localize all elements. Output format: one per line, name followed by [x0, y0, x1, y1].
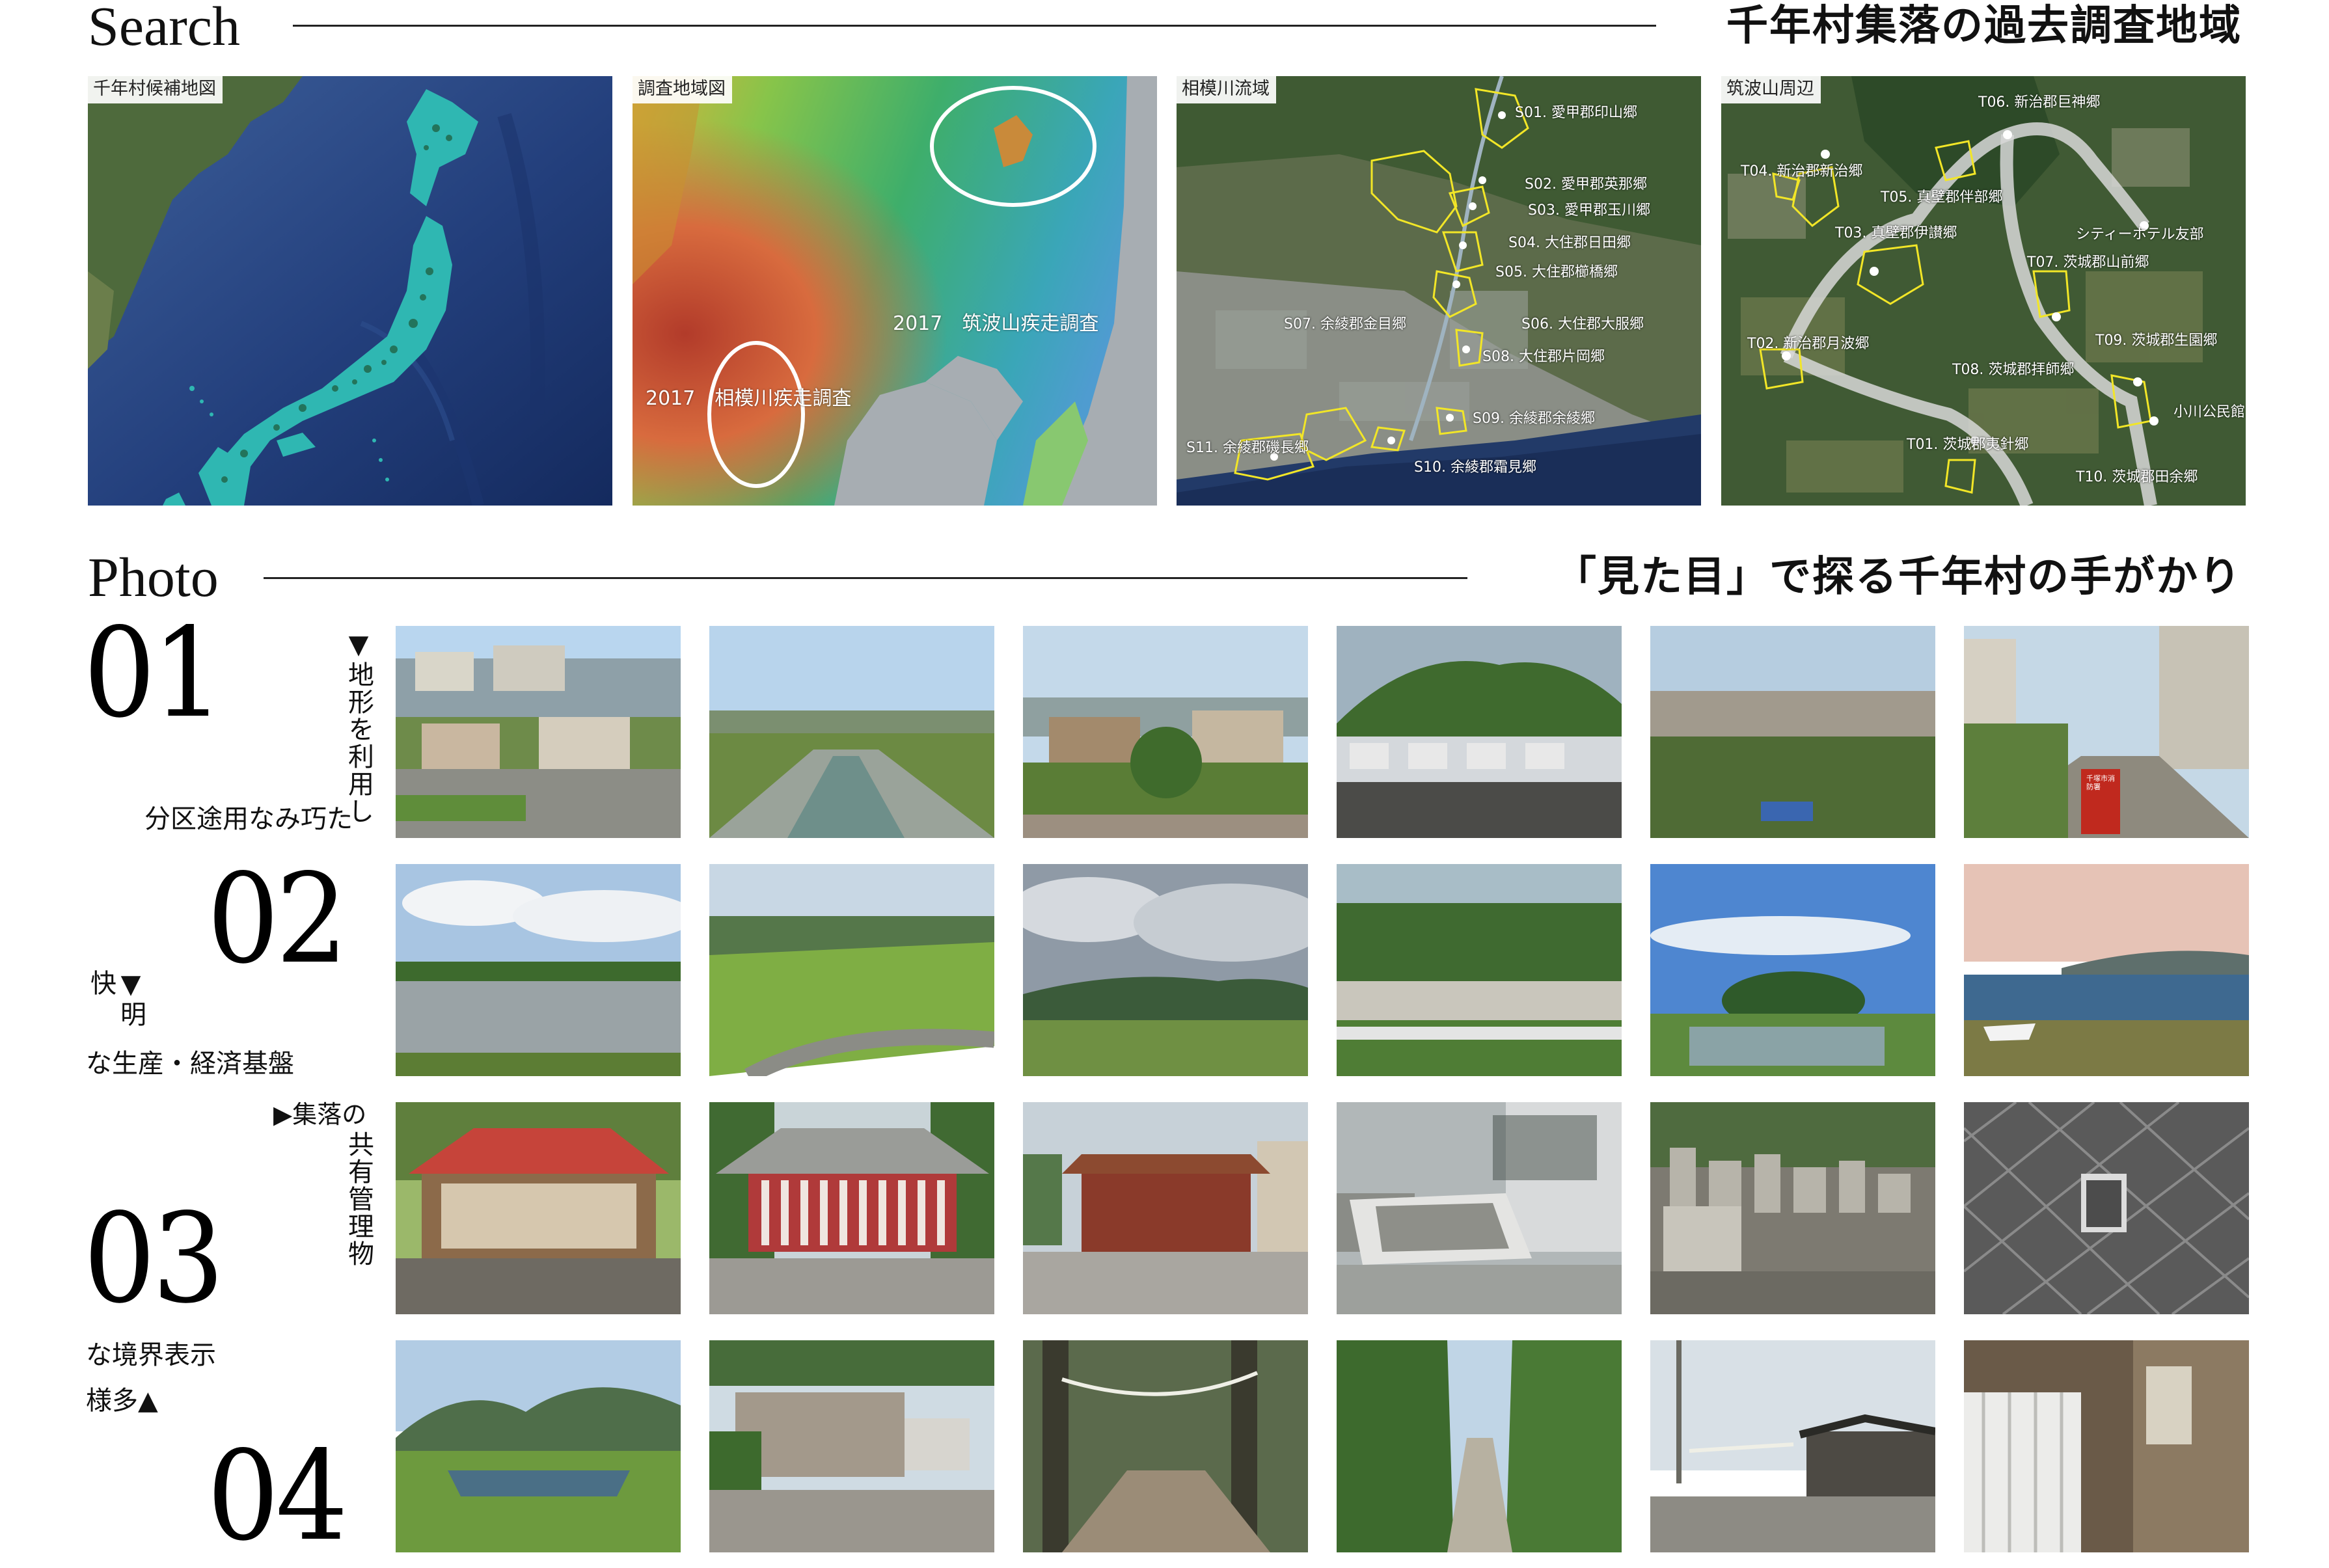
row-caption-01-horizontal: 分区途用なみ巧た [144, 804, 353, 834]
photo-r1-c3 [1023, 626, 1308, 838]
site-label-t02: T02. 新治郡月波郷 [1747, 336, 1870, 352]
site-label-s11: S11. 余綾郡磯長郷 [1186, 440, 1309, 456]
photo-r2-c5 [1650, 864, 1935, 1076]
photo-r1-c1 [396, 626, 681, 838]
map-tsukuba: 筑波山周辺 T06. 新治郡巨神郷 T04. 新治郡新治郷 T05. 真壁郡伴部… [1721, 76, 2246, 506]
site-label-s10: S10. 余綾郡霜見郷 [1414, 459, 1536, 476]
photo-r4-c3 [1023, 1340, 1308, 1552]
photo-r3-c1 [396, 1102, 681, 1314]
photo-r3-c3 [1023, 1102, 1308, 1314]
photo-r2-c6 [1964, 864, 2249, 1076]
photo-r1-c5 [1650, 626, 1935, 838]
photo-r2-c1 [396, 864, 681, 1076]
row-caption-01-vertical: ▼地形を利用し [344, 630, 374, 825]
survey-annotation-sagami: 2017 相模川疾走調査 [646, 387, 852, 410]
site-label-t04: T04. 新治郡新治郷 [1741, 163, 1863, 180]
photo-r4-c5 [1650, 1340, 1935, 1552]
site-label-s09: S09. 余綾郡余綾郷 [1473, 411, 1595, 427]
photo-r2-c2 [709, 864, 994, 1076]
survey-annotation-tsukuba: 2017 筑波山疾走調査 [893, 312, 1099, 335]
photo-r2-c3 [1023, 864, 1308, 1076]
row-caption-03-arrow: ▶集落の [273, 1100, 367, 1129]
site-label-t06: T06. 新治郡巨神郷 [1978, 94, 2101, 111]
row-caption-02-vertical: ▼明快 [86, 969, 146, 1028]
map-label-japan: 千年村候補地図 [88, 76, 223, 103]
photo-r3-c4 [1337, 1102, 1622, 1314]
photo-r1-c2 [709, 626, 994, 838]
site-label-t09: T09. 茨城郡生園郷 [2095, 332, 2218, 349]
site-label-s04: S04. 大住郡日田郷 [1508, 235, 1631, 251]
photo-r4-c1 [396, 1340, 681, 1552]
row-caption-04-horizontal-1: な境界表示 [86, 1340, 216, 1370]
row-number-01: 01 [83, 601, 225, 745]
photo-rule [264, 577, 1467, 579]
photo-r1-c4 [1337, 626, 1622, 838]
row-caption-04-horizontal-2: 様多▲ [86, 1386, 158, 1416]
site-label-t07: T07. 茨城郡山前郷 [2027, 254, 2149, 271]
photo-r4-c2 [709, 1340, 994, 1552]
site-label-s03: S03. 愛甲郡玉川郷 [1528, 202, 1650, 219]
photo-r2-c4 [1337, 864, 1622, 1076]
row-number-02: 02 [207, 847, 348, 991]
row-caption-02-horizontal: な生産・経済基盤 [86, 1049, 294, 1079]
site-label-t01: T01. 茨城郡夷針郷 [1907, 437, 2029, 453]
photo-r3-c6 [1964, 1102, 2249, 1314]
row-caption-03-vertical: 共有管理物 [344, 1131, 374, 1267]
search-rule [293, 25, 1656, 27]
site-label-t08: T08. 茨城郡拝師郷 [1952, 362, 2075, 378]
site-label-t05: T05. 真壁郡伴部郷 [1881, 189, 2003, 206]
photo-title-en: Photo [88, 546, 219, 608]
search-header: Search 千年村集落の過去調査地域 [88, 0, 2242, 57]
site-label-s07: S07. 余綾郡金目郷 [1284, 316, 1406, 332]
photo-r4-c4 [1337, 1340, 1622, 1552]
photo-title-ja: 「見た目」で探る千年村の手がかり [1555, 552, 2242, 601]
row-number-03: 03 [83, 1187, 225, 1331]
map-japan-candidates: 千年村候補地図 [88, 76, 612, 506]
site-label-s01: S01. 愛甲郡印山郷 [1515, 105, 1637, 121]
site-label-t03: T03. 真壁郡伊讃郷 [1835, 225, 1957, 241]
site-label-city-hotel: シティーホテル友部 [2076, 226, 2204, 243]
map-survey-region: 調査地域図 2017 筑波山疾走調査 2017 相模川疾走調査 [633, 76, 1157, 506]
map-label-survey: 調査地域図 [633, 76, 732, 103]
site-label-s05: S05. 大住郡櫛橋郷 [1495, 264, 1618, 280]
site-label-ogawa: 小川公民館 [2173, 404, 2246, 420]
photo-r3-c5 [1650, 1102, 1935, 1314]
search-title-en: Search [88, 0, 240, 57]
row-number-04: 04 [207, 1424, 348, 1568]
japan-map-graphic [88, 76, 612, 506]
fire-station-sign: 千塚市消防署 [2086, 774, 2115, 791]
site-label-s06: S06. 大住郡大服郷 [1521, 316, 1644, 332]
photo-header: Photo 「見た目」で探る千年村の手がかり [88, 546, 2242, 608]
search-title-ja: 千年村集落の過去調査地域 [1726, 1, 2242, 50]
photo-r1-c6: 千塚市消防署 [1964, 626, 2249, 838]
map-label-sagami: 相模川流域 [1177, 76, 1276, 103]
site-label-s02: S02. 愛甲郡英那郷 [1525, 176, 1647, 193]
photo-r3-c2 [709, 1102, 994, 1314]
map-sagami-river: 相模川流域 S01. 愛甲郡印山郷 S02. 愛甲郡英那郷 S03. 愛甲郡玉川… [1177, 76, 1701, 506]
map-label-tsukuba: 筑波山周辺 [1721, 76, 1821, 103]
elevation-map-graphic [633, 76, 1157, 506]
site-label-s08: S08. 大住郡片岡郷 [1482, 349, 1605, 365]
photo-r4-c6 [1964, 1340, 2249, 1552]
site-label-t10: T10. 茨城郡田余郷 [2076, 469, 2198, 485]
